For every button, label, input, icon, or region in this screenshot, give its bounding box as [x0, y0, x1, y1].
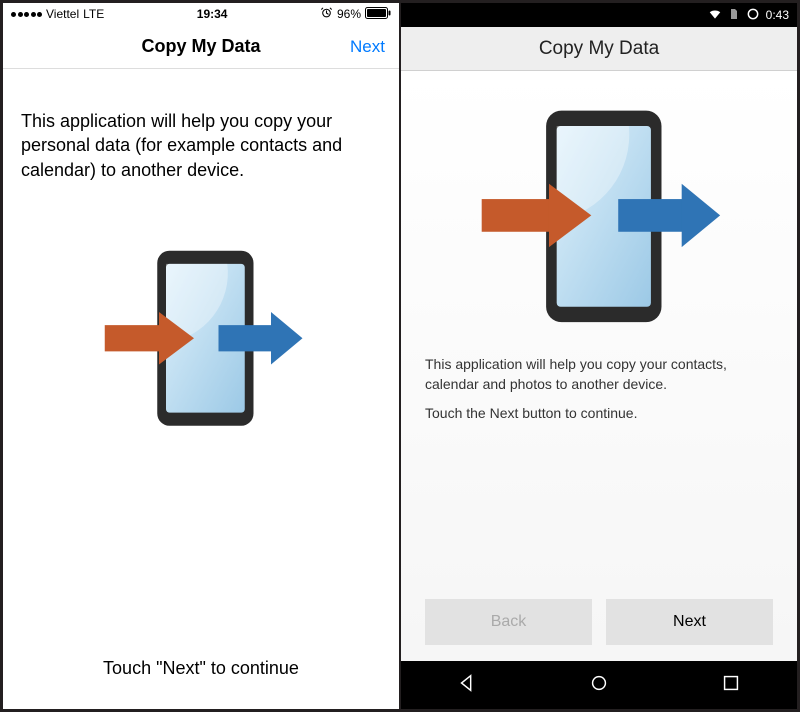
- ios-status-bar: Viettel LTE 19:34 96%: [3, 3, 399, 25]
- android-status-bar: 0:43: [401, 3, 797, 27]
- battery-pct: 96%: [337, 7, 361, 21]
- carrier-label: Viettel: [46, 7, 79, 21]
- alarm-icon: [320, 6, 333, 22]
- next-button[interactable]: Next: [606, 599, 773, 645]
- circle-icon: [746, 7, 760, 24]
- wifi-icon: [708, 7, 722, 24]
- transfer-illustration: [96, 242, 306, 442]
- nav-recents-icon[interactable]: [720, 672, 742, 699]
- description-text-2: Touch the Next button to continue.: [425, 404, 773, 424]
- android-navbar: [401, 661, 797, 709]
- status-time: 0:43: [766, 8, 789, 22]
- battery-icon: [365, 7, 391, 22]
- next-link[interactable]: Next: [350, 37, 385, 57]
- signal-dots-icon: [11, 12, 42, 17]
- ios-navbar: Copy My Data Next: [3, 25, 399, 69]
- page-title: Copy My Data: [141, 36, 260, 57]
- back-button: Back: [425, 599, 592, 645]
- status-time: 19:34: [197, 7, 228, 21]
- nav-back-icon[interactable]: [456, 672, 478, 699]
- description-text: This application will help you copy your…: [21, 109, 381, 182]
- network-label: LTE: [83, 7, 104, 21]
- android-appbar: Copy My Data: [401, 27, 797, 71]
- footer-hint: Touch "Next" to continue: [3, 658, 399, 709]
- ios-screen: Viettel LTE 19:34 96% Copy My Data Next …: [3, 3, 399, 709]
- transfer-illustration: [474, 101, 724, 331]
- description-text-1: This application will help you copy your…: [425, 355, 773, 394]
- sim-off-icon: [728, 7, 740, 24]
- nav-home-icon[interactable]: [588, 672, 610, 699]
- page-title: Copy My Data: [539, 38, 659, 60]
- android-screen: 0:43 Copy My Data: [401, 3, 797, 709]
